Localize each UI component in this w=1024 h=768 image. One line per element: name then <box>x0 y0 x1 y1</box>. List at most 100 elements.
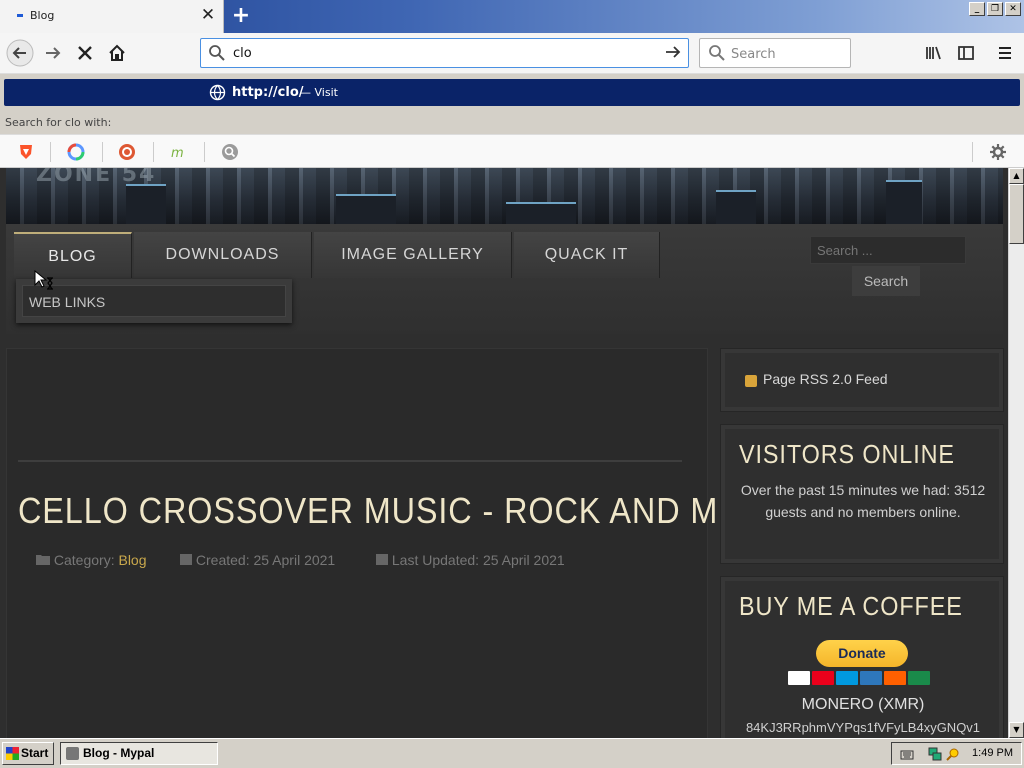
menu-image-gallery[interactable]: IMAGE GALLERY <box>314 232 512 278</box>
suggestion-url: http://clo/ <box>232 85 304 100</box>
coffee-panel: BUY ME A COFFEE Donate MONERO (XMR) 84KJ… <box>720 576 1004 738</box>
menu-quack-it[interactable]: QUACK IT <box>514 232 660 278</box>
banner-building <box>716 190 756 224</box>
taskbar-item-blog[interactable]: Blog - Mypal <box>60 742 218 765</box>
monero-address: 84KJ3RRphmVYPqs1fVFyLB4xyGNQv1 <box>745 720 981 735</box>
monero-label: MONERO (XMR) <box>801 696 925 713</box>
payment-cards <box>788 671 930 685</box>
visitors-panel: VISITORS ONLINE Over the past 15 minutes… <box>720 424 1004 564</box>
separator <box>102 142 103 162</box>
discover-icon <box>884 671 906 685</box>
hamburger-icon <box>999 47 1011 59</box>
coffee-title: BUY ME A COFFEE <box>739 591 963 621</box>
banner-building <box>336 194 396 224</box>
search-for-label: Search for clo with: <box>5 116 112 129</box>
brave-icon[interactable] <box>16 142 36 162</box>
search-engine-row: m <box>0 134 1024 168</box>
home-button[interactable] <box>103 39 131 67</box>
sidebar-icon <box>958 46 974 60</box>
divider <box>18 460 682 462</box>
go-arrow-icon[interactable] <box>663 42 683 62</box>
favicon-icon <box>17 14 23 17</box>
submenu-dropdown: WEB LINKS <box>16 279 292 323</box>
tab-blog[interactable]: Blog ✕ <box>0 0 224 33</box>
article-panel <box>6 348 708 738</box>
visitors-title: VISITORS ONLINE <box>739 439 955 469</box>
sidebar-button[interactable] <box>955 43 977 63</box>
magnifier-icon[interactable] <box>946 747 960 761</box>
window-controls: _ ❐ ✕ <box>969 2 1021 16</box>
webpage: ZONE 54 BLOG DOWNLOADS IMAGE GALLERY QUA… <box>0 168 1008 738</box>
site-search-input[interactable] <box>810 236 966 264</box>
stop-x-icon <box>78 46 92 60</box>
minimize-button[interactable]: _ <box>969 2 985 16</box>
donate-button[interactable]: Donate <box>816 640 908 667</box>
menu-button[interactable] <box>994 43 1016 63</box>
search-engine-icon[interactable] <box>220 142 240 162</box>
duckduckgo-icon[interactable] <box>117 142 137 162</box>
browser-search-placeholder: Search <box>731 47 776 62</box>
article-updated: Last Updated: 25 April 2021 <box>376 552 565 568</box>
clock: 1:49 PM <box>972 747 1013 759</box>
submenu-web-links[interactable]: WEB LINKS <box>22 285 286 317</box>
back-button[interactable] <box>6 39 34 67</box>
forward-arrow-icon <box>46 47 61 59</box>
address-input[interactable]: clo <box>233 46 252 61</box>
banner-building <box>506 202 576 224</box>
article-created: Created: 25 April 2021 <box>180 552 335 568</box>
tab-close-button[interactable]: ✕ <box>199 5 217 25</box>
rss-link[interactable]: Page RSS 2.0 Feed <box>763 371 888 387</box>
qwant-icon[interactable] <box>66 142 86 162</box>
separator <box>204 142 205 162</box>
network-icon[interactable] <box>928 747 942 761</box>
scroll-down-button[interactable]: ▼ <box>1009 722 1024 738</box>
mojeek-icon[interactable]: m <box>168 142 188 162</box>
keyboard-icon[interactable] <box>900 747 914 761</box>
menu-blog[interactable]: BLOG <box>14 232 132 278</box>
calendar-icon <box>180 554 192 565</box>
close-window-button[interactable]: ✕ <box>1005 2 1021 16</box>
card-icon <box>908 671 930 685</box>
back-arrow-icon <box>6 39 34 67</box>
suggestion-action: — Visit <box>300 86 338 99</box>
banner-building <box>886 180 922 224</box>
tab-title: Blog <box>30 9 55 22</box>
system-tray: 1:49 PM <box>891 742 1022 765</box>
banner-building <box>126 184 166 224</box>
gear-icon[interactable] <box>988 142 1008 162</box>
address-bar[interactable]: clo <box>200 38 689 68</box>
category-link[interactable]: Blog <box>118 552 146 568</box>
site-banner: ZONE 54 <box>6 168 1003 224</box>
tab-strip: Blog ✕ + _ ❐ ✕ <box>0 0 1024 33</box>
site-search-button[interactable]: Search <box>852 266 920 296</box>
scroll-up-button[interactable]: ▲ <box>1009 168 1024 184</box>
scrollbar-thumb[interactable] <box>1009 184 1024 244</box>
page-scrollbar[interactable]: ▲ ▼ <box>1008 168 1024 738</box>
home-icon <box>109 44 125 61</box>
windows-logo-icon <box>6 747 19 760</box>
rss-panel: Page RSS 2.0 Feed <box>720 348 1004 412</box>
browser-search-box[interactable]: Search <box>699 38 851 68</box>
separator <box>153 142 154 162</box>
calendar-icon <box>376 554 388 565</box>
library-icon <box>926 46 941 60</box>
mastercard-icon <box>812 671 834 685</box>
visitors-text: Over the past 15 minutes we had: 3512 gu… <box>740 482 986 520</box>
new-tab-button[interactable]: + <box>230 3 252 29</box>
maestro-icon <box>836 671 858 685</box>
menu-downloads[interactable]: DOWNLOADS <box>134 232 312 278</box>
svg-text:m: m <box>171 146 184 161</box>
start-button[interactable]: Start <box>2 742 54 765</box>
library-button[interactable] <box>922 43 944 63</box>
navigation-toolbar: clo Search <box>0 33 1024 74</box>
article-title[interactable]: CELLO CROSSOVER MUSIC - ROCK AND METAL <box>18 490 801 532</box>
article-category: Category: Blog <box>36 552 147 568</box>
restore-button[interactable]: ❐ <box>987 2 1003 16</box>
url-suggestion-row[interactable]: http://clo/ — Visit <box>4 79 1020 106</box>
mouse-cursor-icon <box>34 270 53 290</box>
stop-button[interactable] <box>71 39 99 67</box>
amex-icon <box>860 671 882 685</box>
folder-icon <box>36 555 50 565</box>
forward-button[interactable] <box>40 39 68 67</box>
visa-icon <box>788 671 810 685</box>
